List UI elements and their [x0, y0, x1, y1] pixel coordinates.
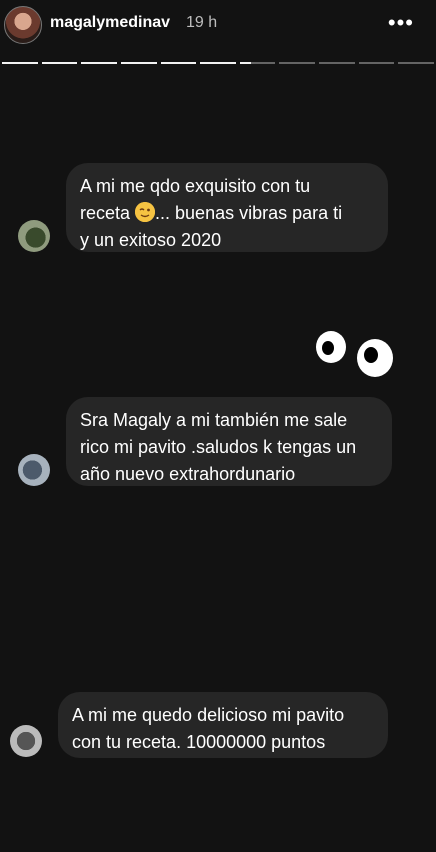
more-options-icon[interactable]: ••• [388, 10, 414, 36]
progress-segment [41, 62, 78, 64]
winking-face-emoji-icon [135, 202, 156, 222]
progress-segment-current [239, 62, 276, 64]
comment-line: año nuevo extrahordunario [80, 464, 296, 484]
progress-segment [2, 62, 38, 64]
commenter-avatar [18, 454, 50, 486]
story-header: magalymedinav 19 h ••• [0, 0, 436, 60]
username[interactable]: magalymedinav [50, 14, 170, 32]
comment-bubble: Sra Magaly a mi también me sale rico mi … [66, 397, 392, 486]
comment-line: A mi me quedo delicioso mi pavito [72, 705, 345, 725]
progress-segment [200, 62, 236, 64]
comment-line: Sra Magaly a mi también me sale [80, 410, 348, 430]
commenter-avatar [10, 725, 42, 757]
story-progress-bar [0, 62, 436, 65]
googly-eyes-sticker [312, 330, 402, 380]
comment-line: con tu receta. 10000000 puntos [72, 732, 326, 752]
comment-line: rico mi pavito .saludos k tengas un [80, 437, 357, 457]
progress-segment [81, 62, 117, 64]
progress-segment [358, 62, 395, 64]
comment-line: receta ... buenas vibras para ti [80, 202, 343, 223]
progress-segment [279, 62, 316, 64]
profile-avatar[interactable] [4, 6, 42, 44]
post-time: 19 h [186, 14, 218, 31]
comment-line: y un exitoso 2020 [80, 230, 222, 250]
comment-line: A mi me qdo exquisito con tu [80, 176, 311, 196]
progress-segment [120, 62, 157, 64]
progress-segment [398, 62, 435, 64]
progress-segment [160, 62, 197, 64]
progress-segment [319, 62, 355, 64]
comment-bubble: A mi me qdo exquisito con tu receta ... … [66, 163, 388, 252]
comment-bubble: A mi me quedo delicioso mi pavito con tu… [58, 692, 388, 758]
commenter-avatar [18, 220, 50, 252]
